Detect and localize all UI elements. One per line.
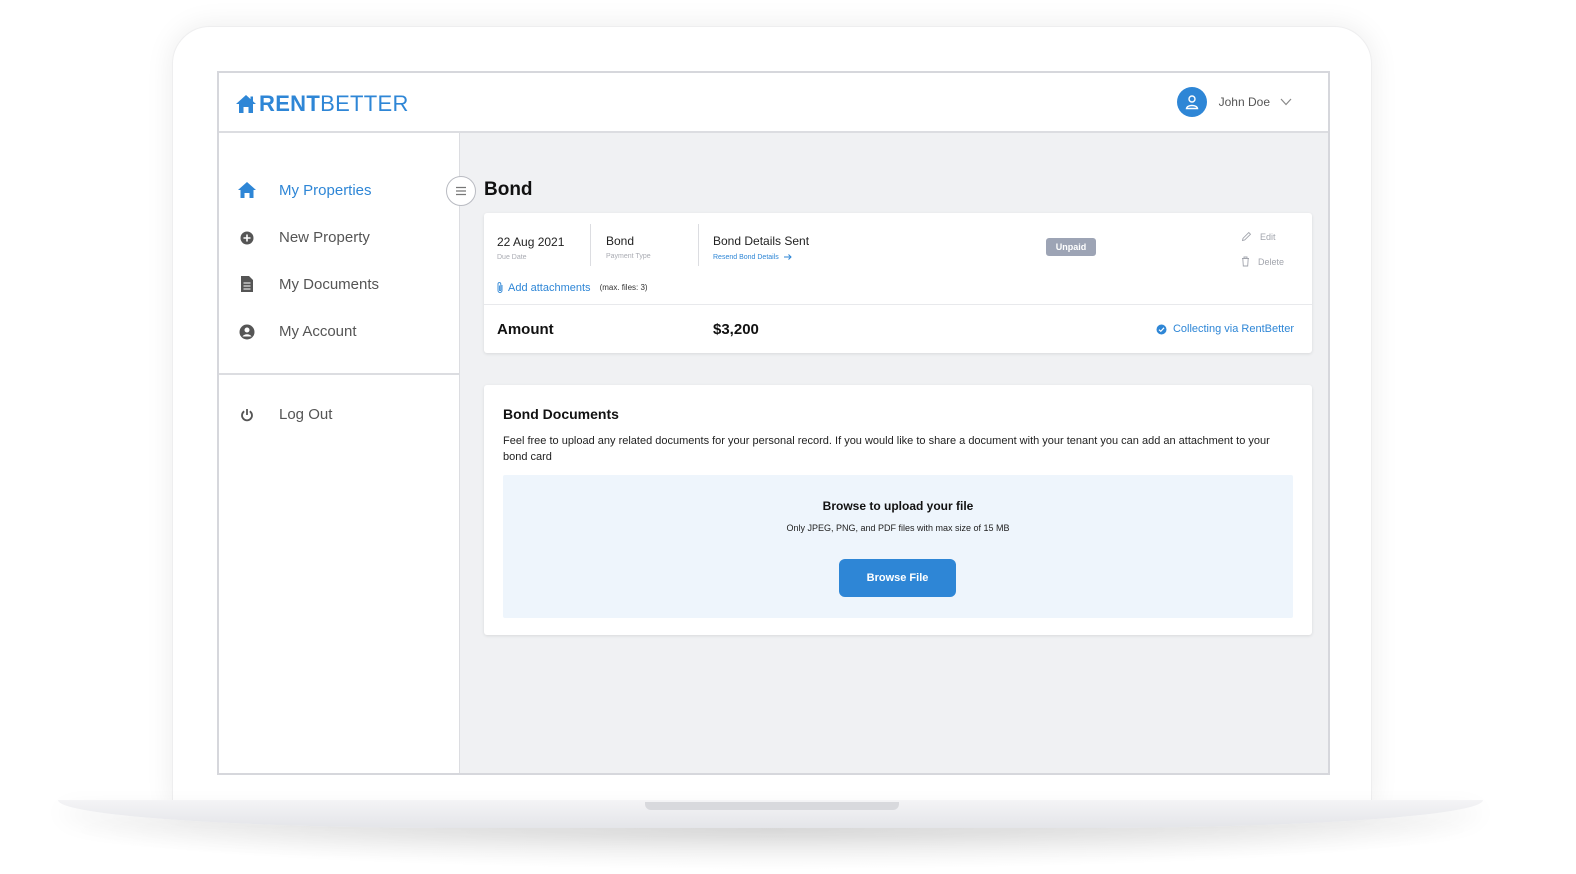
- bond-documents-title: Bond Documents: [503, 406, 619, 422]
- trash-icon: [1242, 256, 1249, 267]
- logo-text: RENTBETTER: [259, 93, 409, 115]
- browse-file-button[interactable]: Browse File: [839, 559, 956, 597]
- laptop-notch: [645, 802, 899, 810]
- status-badge: Unpaid: [1046, 238, 1096, 256]
- sidebar-divider: [219, 373, 459, 375]
- upload-title: Browse to upload your file: [822, 499, 974, 513]
- max-files-note: (max. files: 3): [599, 283, 648, 292]
- sidebar-item-label: My Properties: [279, 181, 372, 199]
- upload-hint: Only JPEG, PNG, and PDF files with max s…: [786, 523, 1010, 533]
- paperclip-icon: [497, 282, 503, 293]
- status-column: Bond Details Sent Resend Bond Details: [713, 233, 809, 261]
- delete-label: Delete: [1258, 256, 1285, 267]
- logo[interactable]: RENTBETTER: [235, 93, 409, 115]
- user-name[interactable]: John Doe: [1219, 95, 1270, 109]
- check-circle-icon: [1156, 324, 1167, 334]
- edit-button[interactable]: Edit: [1241, 231, 1276, 242]
- logo-bold: RENT: [259, 91, 321, 116]
- sidebar-item-my-documents[interactable]: My Documents: [235, 275, 379, 293]
- arrow-right-icon: [783, 254, 792, 260]
- sidebar-item-new-property[interactable]: New Property: [235, 229, 370, 246]
- add-attachments-link[interactable]: Add attachments (max. files: 3): [496, 281, 648, 294]
- amount-label: Amount: [497, 321, 554, 338]
- page-title: Bond: [484, 179, 533, 200]
- sidebar-collapse-button[interactable]: [446, 176, 476, 206]
- status-text: Bond Details Sent: [713, 234, 810, 248]
- due-date-column: 22 Aug 2021 Due Date: [497, 233, 564, 261]
- sidebar-item-label: My Account: [279, 323, 357, 340]
- card-divider: [484, 304, 1312, 305]
- user-menu[interactable]: John Doe: [1176, 87, 1292, 117]
- home-icon: [235, 181, 259, 199]
- due-date-label: Due Date: [497, 254, 527, 261]
- delete-button[interactable]: Delete: [1241, 256, 1284, 267]
- power-icon: [235, 408, 259, 422]
- chevron-down-icon[interactable]: [1280, 98, 1292, 106]
- log-out-label: Log Out: [279, 406, 333, 423]
- user-circle-icon: [235, 324, 259, 340]
- pencil-icon: [1241, 231, 1252, 242]
- edit-label: Edit: [1260, 231, 1276, 242]
- logo-light: BETTER: [320, 91, 409, 116]
- menu-icon: [456, 186, 466, 196]
- document-icon: [235, 275, 259, 293]
- due-date-value: 22 Aug 2021: [497, 235, 565, 249]
- sidebar-item-my-account[interactable]: My Account: [235, 323, 357, 340]
- top-bar: RENTBETTER John Doe: [219, 73, 1328, 133]
- sidebar-item-my-properties[interactable]: My Properties: [235, 181, 372, 199]
- resend-bond-details-link[interactable]: Resend Bond Details: [713, 253, 809, 261]
- column-divider: [590, 224, 591, 266]
- collecting-status: Collecting via RentBetter: [1156, 323, 1294, 335]
- sidebar-item-label: New Property: [279, 229, 370, 246]
- payment-type-value: Bond: [606, 234, 635, 248]
- user-icon: [1185, 95, 1198, 110]
- bond-documents-description: Feel free to upload any related document…: [503, 435, 1270, 463]
- avatar[interactable]: [1176, 87, 1207, 117]
- bond-card: 22 Aug 2021 Due Date Bond Payment Type B…: [484, 213, 1312, 353]
- sidebar-item-label: My Documents: [279, 275, 380, 293]
- column-divider: [698, 224, 699, 266]
- amount-value: $3,200: [713, 321, 759, 338]
- bond-documents-card: Bond Documents Feel free to upload any r…: [484, 385, 1312, 635]
- add-attachments-label: Add attachments: [508, 281, 591, 294]
- resend-label: Resend Bond Details: [713, 253, 779, 261]
- house-logo-icon: [236, 95, 256, 113]
- collecting-label: Collecting via RentBetter: [1172, 323, 1294, 335]
- payment-type-column: Bond Payment Type: [606, 233, 651, 260]
- payment-type-label: Payment Type: [606, 253, 651, 260]
- sidebar-item-log-out[interactable]: Log Out: [235, 406, 332, 423]
- plus-circle-icon: [235, 231, 259, 245]
- sidebar: My Properties New Property My Documents …: [219, 133, 460, 773]
- app-screen: RENTBETTER John Doe My Properties New Pr…: [217, 71, 1330, 775]
- upload-dropzone[interactable]: Browse to upload your file Only JPEG, PN…: [503, 475, 1293, 618]
